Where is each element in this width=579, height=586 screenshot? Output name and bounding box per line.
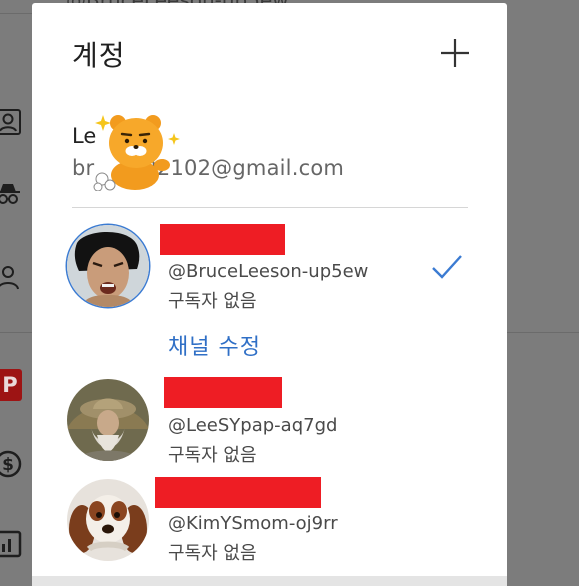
check-icon: [430, 253, 464, 281]
subscriber-count: 구독자 없음: [168, 543, 257, 564]
avatar: [67, 479, 149, 561]
dialog-title: 계정: [72, 39, 126, 72]
section-divider: [72, 207, 468, 208]
account-switcher-dialog: 계정 Le br 92102@gmail.com @BruceLeeson-up…: [32, 3, 507, 576]
incognito-icon: [0, 180, 22, 208]
avatar: [67, 225, 149, 307]
svg-text:$: $: [2, 455, 14, 475]
edit-channel-link[interactable]: 채널 수정: [168, 329, 261, 361]
redacted-channel-name: [164, 377, 282, 408]
channel-handle: @KimYSmom-oj9rr: [168, 513, 338, 534]
sticker-image: [90, 107, 184, 191]
add-account-button[interactable]: [437, 35, 473, 71]
subscriber-count: 구독자 없음: [168, 445, 257, 466]
background-panel-edge: [32, 576, 507, 586]
stats-icon: [0, 530, 22, 558]
premium-icon: P: [0, 369, 22, 401]
person-icon: [0, 108, 22, 136]
background-divider: [0, 13, 32, 14]
channel-handle: @BruceLeeson-up5ew: [168, 261, 369, 282]
screen: @BruceLeeson-up5ew P $ 계정 Le br92102@gma…: [0, 0, 579, 586]
background-divider: [507, 332, 579, 333]
person-outline-icon: [0, 263, 22, 291]
avatar: [67, 379, 149, 461]
channel-handle: @LeeSYpap-aq7gd: [168, 415, 338, 436]
dollar-icon: $: [0, 450, 22, 478]
redacted-channel-name: [160, 224, 285, 255]
plus-icon: [441, 39, 469, 67]
subscriber-count: 구독자 없음: [168, 291, 257, 312]
background-divider: [0, 332, 32, 333]
redacted-channel-name: [155, 477, 321, 508]
